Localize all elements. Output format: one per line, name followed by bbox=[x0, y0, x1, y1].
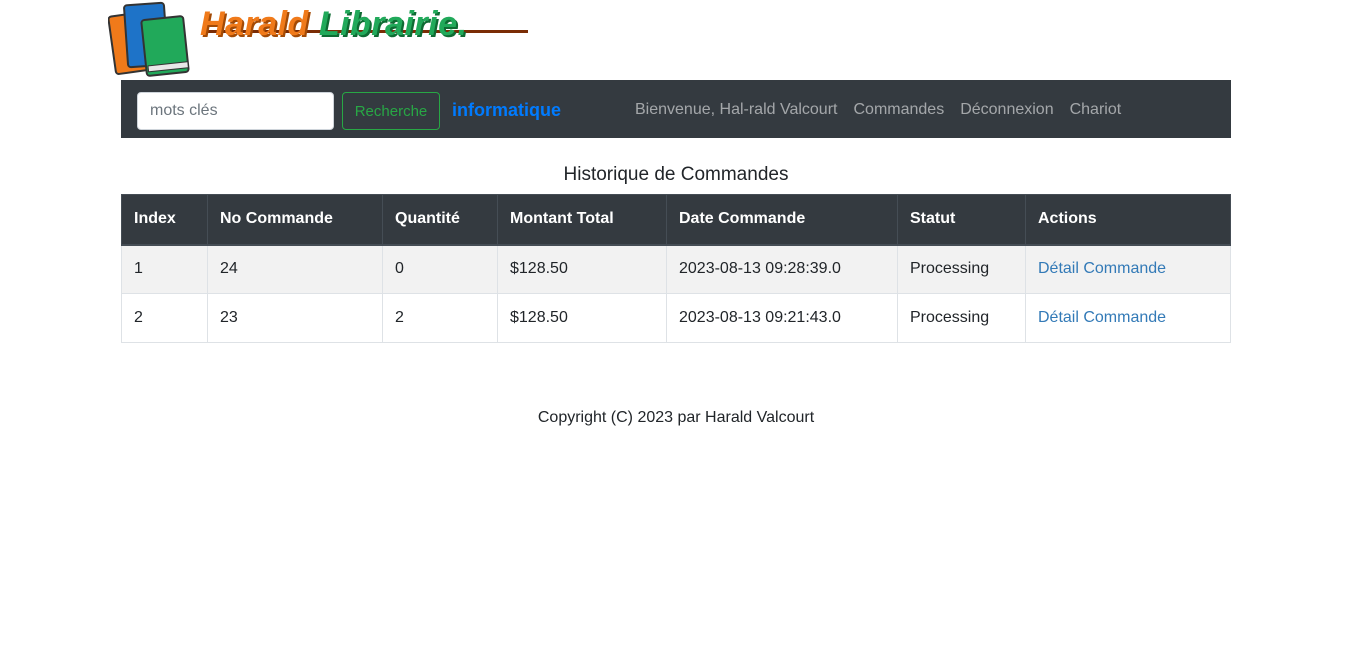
cell-order-no: 23 bbox=[207, 293, 383, 343]
nav-cart[interactable]: Chariot bbox=[1070, 101, 1122, 118]
cell-quantity: 2 bbox=[382, 293, 498, 343]
cell-status: Processing bbox=[897, 244, 1026, 294]
order-detail-link[interactable]: Détail Commande bbox=[1038, 260, 1166, 277]
cell-status: Processing bbox=[897, 293, 1026, 343]
cell-date: 2023-08-13 09:28:39.0 bbox=[666, 244, 898, 294]
logo-wordmark: Harald Librairie. bbox=[200, 4, 467, 44]
cell-order-no: 24 bbox=[207, 244, 383, 294]
header-order-no: No Commande bbox=[207, 194, 383, 246]
cell-total: $128.50 bbox=[497, 244, 667, 294]
header-date: Date Commande bbox=[666, 194, 898, 246]
header-quantity: Quantité bbox=[382, 194, 498, 246]
orders-table-header: Index No Commande Quantité Montant Total… bbox=[121, 194, 1231, 246]
top-navbar: Recherche informatique Bienvenue, Hal-ra… bbox=[121, 80, 1231, 138]
nav-orders[interactable]: Commandes bbox=[853, 101, 944, 118]
cell-index: 1 bbox=[121, 244, 208, 294]
cell-quantity: 0 bbox=[382, 244, 498, 294]
header-total: Montant Total bbox=[497, 194, 667, 246]
table-row: 2 23 2 $128.50 2023-08-13 09:21:43.0 Pro… bbox=[121, 293, 1231, 343]
nav-logout[interactable]: Déconnexion bbox=[960, 101, 1053, 118]
footer-copyright: Copyright (C) 2023 par Harald Valcourt bbox=[537, 409, 815, 426]
header-status: Statut bbox=[897, 194, 1026, 246]
nav-welcome-user[interactable]: Bienvenue, Hal-rald Valcourt bbox=[635, 101, 837, 118]
table-row: 1 24 0 $128.50 2023-08-13 09:28:39.0 Pro… bbox=[121, 244, 1231, 294]
header-index: Index bbox=[121, 194, 208, 246]
cell-index: 2 bbox=[121, 293, 208, 343]
logo-word-librairie: Librairie. bbox=[318, 5, 468, 43]
orders-table: Index No Commande Quantité Montant Total… bbox=[121, 194, 1231, 343]
header-row: Index No Commande Quantité Montant Total… bbox=[121, 194, 1231, 246]
category-brand-link[interactable]: informatique bbox=[452, 98, 561, 122]
cell-actions: Détail Commande bbox=[1025, 293, 1231, 343]
logo-word-harald: Harald bbox=[200, 5, 309, 43]
nav-links: Bienvenue, Hal-rald Valcourt Commandes Déc… bbox=[635, 98, 1137, 122]
cell-actions: Détail Commande bbox=[1025, 244, 1231, 294]
search-button[interactable]: Recherche bbox=[342, 92, 440, 130]
books-icon bbox=[108, 1, 190, 77]
header-actions: Actions bbox=[1025, 194, 1231, 246]
order-detail-link[interactable]: Détail Commande bbox=[1038, 309, 1166, 326]
page-title: Historique de Commandes bbox=[563, 164, 789, 185]
site-logo[interactable]: Harald Librairie. bbox=[108, 0, 538, 80]
cell-date: 2023-08-13 09:21:43.0 bbox=[666, 293, 898, 343]
orders-table-body: 1 24 0 $128.50 2023-08-13 09:28:39.0 Pro… bbox=[121, 244, 1231, 343]
search-input[interactable] bbox=[137, 92, 334, 130]
cell-total: $128.50 bbox=[497, 293, 667, 343]
